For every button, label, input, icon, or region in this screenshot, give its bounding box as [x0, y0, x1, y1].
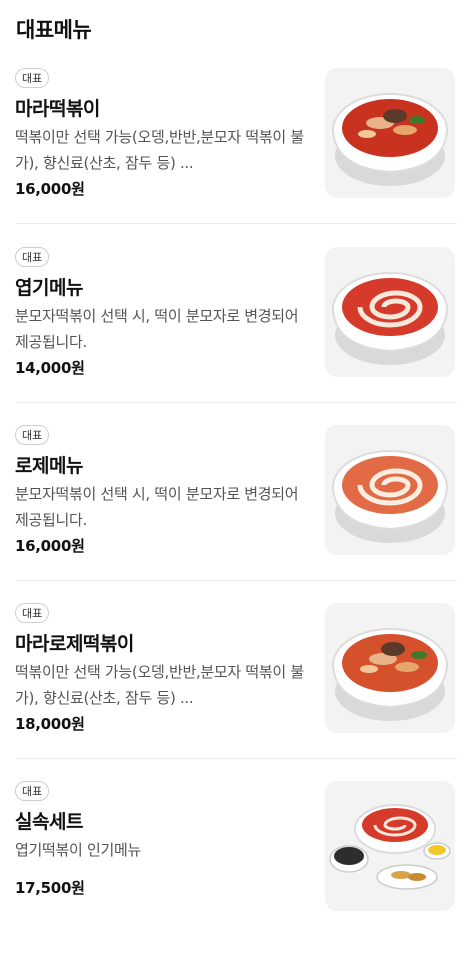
menu-price: 17,500원 [15, 879, 85, 897]
menu-description: 떡볶이만 선택 가능(오뎅,반반,분모자 떡볶이 불가), 향신료(산초, 잠두… [15, 663, 304, 707]
menu-item[interactable]: 대표 엽기메뉴 분모자떡볶이 선택 시, 떡이 분모자로 변경되어 제공됩니다.… [0, 247, 473, 426]
menu-image [325, 603, 455, 733]
menu-image [325, 247, 455, 377]
menu-price: 14,000원 [15, 359, 85, 377]
menu-name: 실속세트 [15, 811, 83, 833]
divider [16, 223, 457, 224]
signature-badge: 대표 [15, 781, 50, 801]
menu-price: 16,000원 [15, 180, 85, 198]
menu-item[interactable]: 대표 로제메뉴 분모자떡볶이 선택 시, 떡이 분모자로 변경되어 제공됩니다.… [0, 425, 473, 604]
signature-badge: 대표 [15, 425, 50, 445]
menu-item[interactable]: 대표 실속세트 엽기떡볶이 인기메뉴 17,500원 [0, 781, 473, 960]
menu-image [325, 68, 455, 198]
menu-description: 떡볶이만 선택 가능(오뎅,반반,분모자 떡볶이 불가), 향신료(산초, 잠두… [15, 128, 304, 172]
section-title: 대표메뉴 [16, 18, 92, 42]
signature-badge: 대표 [15, 68, 50, 88]
signature-badge: 대표 [15, 603, 50, 623]
menu-price: 18,000원 [15, 715, 85, 733]
menu-image [325, 781, 455, 911]
divider [16, 402, 457, 403]
divider [16, 758, 457, 759]
menu-name: 마라떡볶이 [15, 98, 100, 120]
menu-name: 로제메뉴 [15, 455, 83, 477]
menu-description: 분모자떡볶이 선택 시, 떡이 분모자로 변경되어 제공됩니다. [15, 307, 299, 351]
menu-item[interactable]: 대표 마라떡볶이 떡볶이만 선택 가능(오뎅,반반,분모자 떡볶이 불가), 향… [0, 68, 473, 247]
signature-badge: 대표 [15, 247, 50, 267]
menu-item[interactable]: 대표 마라로제떡볶이 떡볶이만 선택 가능(오뎅,반반,분모자 떡볶이 불가),… [0, 603, 473, 782]
menu-image [325, 425, 455, 555]
divider [16, 580, 457, 581]
menu-price: 16,000원 [15, 537, 85, 555]
menu-name: 엽기메뉴 [15, 277, 83, 299]
menu-name: 마라로제떡볶이 [15, 633, 134, 655]
menu-description: 분모자떡볶이 선택 시, 떡이 분모자로 변경되어 제공됩니다. [15, 485, 299, 529]
